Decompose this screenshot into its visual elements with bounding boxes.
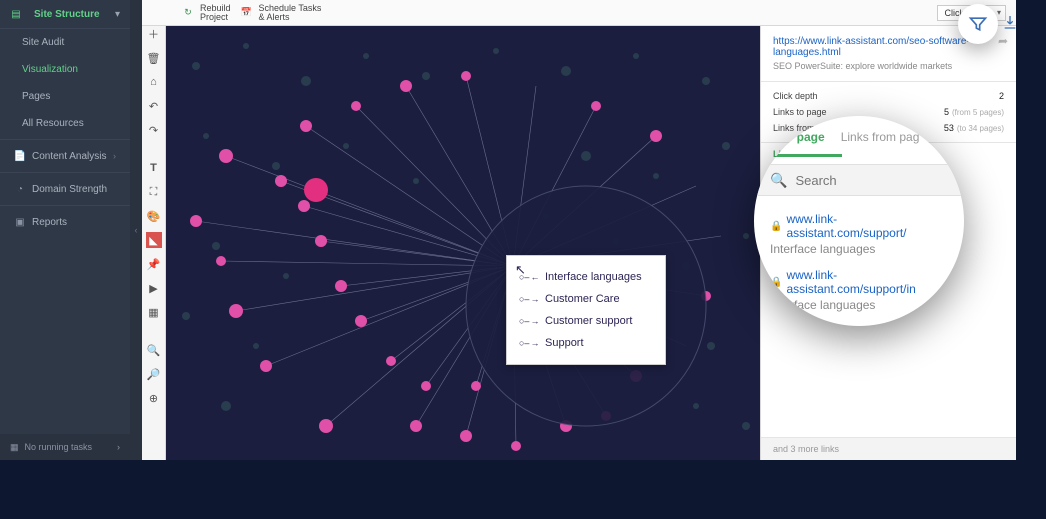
- sidebar-item-all-resources[interactable]: All Resources: [0, 110, 130, 137]
- footer-text: No running tasks: [25, 442, 93, 452]
- stat-row: Links to page 5(from 5 pages): [773, 104, 1004, 120]
- chevron-right-icon: ›: [113, 151, 116, 161]
- sidebar-item-visualization[interactable]: Visualization: [0, 56, 130, 83]
- zoom-out-button[interactable]: 🔎: [146, 366, 162, 382]
- sidebar-item-content-analysis[interactable]: 📄 Content Analysis ›: [0, 142, 130, 170]
- tooltip-row[interactable]: ○–→ Customer support: [519, 310, 653, 332]
- tooltip-row[interactable]: ○–← Interface languages: [519, 266, 653, 288]
- content-icon: 📄: [14, 150, 26, 162]
- node-tooltip: ↖ ○–← Interface languages ○–→ Customer C…: [506, 255, 666, 365]
- sidebar-item-pages[interactable]: Pages: [0, 83, 130, 110]
- graph-canvas[interactable]: [166, 26, 760, 460]
- trash-button[interactable]: 🗑: [146, 50, 162, 66]
- tasks-icon: ▦: [10, 442, 19, 453]
- sidebar-item-domain-strength[interactable]: ◔ Domain Strength: [0, 175, 130, 203]
- rebuild-button[interactable]: ↻ Rebuild Project: [180, 4, 231, 22]
- sidebar-footer: ▦ No running tasks ›: [0, 434, 130, 460]
- link-out-icon: ○–→: [519, 294, 537, 304]
- palette-tool[interactable]: 🎨: [146, 208, 162, 224]
- pin-tool[interactable]: 📌: [146, 256, 162, 272]
- play-tool[interactable]: ▶: [146, 280, 162, 296]
- list-item[interactable]: 🔒www.link-assistant.com/support/in Inter…: [770, 262, 948, 318]
- top-toolbar: ↻ Rebuild Project 📅 Schedule Tasks & Ale…: [142, 0, 1016, 26]
- sidebar-title: Site Structure: [34, 9, 100, 20]
- share-icon[interactable]: ➦: [998, 34, 1008, 48]
- undo-button[interactable]: ↶: [146, 98, 162, 114]
- cursor-icon: ↖: [515, 262, 526, 278]
- text-tool[interactable]: T: [146, 160, 162, 176]
- sidebar-header[interactable]: ▤ Site Structure ▾: [0, 0, 130, 29]
- structure-icon: ▤: [10, 8, 22, 20]
- left-sidebar: ▤ Site Structure ▾ Site Audit Visualizat…: [0, 0, 130, 460]
- download-button[interactable]: [1002, 14, 1018, 30]
- expand-tool[interactable]: ⛶: [146, 184, 162, 200]
- lock-icon: 🔒: [770, 277, 782, 288]
- zoom-in-button[interactable]: 🔍: [146, 342, 162, 358]
- list-item[interactable]: 🔒www.link-assistant.com/support/ Interfa…: [770, 206, 948, 262]
- stat-row: Click depth 2: [773, 88, 1004, 104]
- grid-tool[interactable]: ▦: [146, 304, 162, 320]
- sidebar-item-site-audit[interactable]: Site Audit: [0, 29, 130, 56]
- gauge-icon: ◔: [14, 183, 26, 195]
- add-button[interactable]: ＋: [146, 26, 162, 42]
- lens-tab-to[interactable]: s to page: [772, 130, 825, 156]
- magnifier-lens: s to page Links from pag 🔍 🔒www.link-ass…: [754, 116, 964, 326]
- chevron-right-icon[interactable]: ›: [117, 442, 120, 452]
- flag-tool[interactable]: ◣: [146, 232, 162, 248]
- details-subtitle: SEO PowerSuite: explore worldwide market…: [773, 61, 1004, 71]
- tooltip-row[interactable]: ○–→ Support: [519, 332, 653, 354]
- link-out-icon: ○–→: [519, 316, 537, 326]
- home-button[interactable]: ⌂: [146, 74, 162, 90]
- chevron-down-icon: ▾: [115, 9, 120, 20]
- schedule-button[interactable]: 📅 Schedule Tasks & Alerts: [239, 4, 322, 22]
- tooltip-row[interactable]: ○–→ Customer Care: [519, 288, 653, 310]
- details-footer[interactable]: and 3 more links: [761, 437, 1016, 460]
- link-out-icon: ○–→: [519, 338, 537, 348]
- sidebar-collapse-button[interactable]: ‹: [130, 0, 142, 460]
- lens-tab-from[interactable]: Links from pag: [841, 130, 920, 156]
- lens-search[interactable]: 🔍: [754, 164, 964, 196]
- redo-button[interactable]: ↷: [146, 122, 162, 138]
- calendar-icon: 📅: [239, 5, 255, 21]
- tool-column: ＋ 🗑 ⌂ ↶ ↷ T ⛶ 🎨 ◣ 📌 ▶ ▦ 🔍 🔎 ⊕: [142, 0, 166, 460]
- lock-icon: 🔒: [770, 221, 782, 232]
- reports-icon: ▣: [14, 216, 26, 228]
- sidebar-item-reports[interactable]: ▣ Reports: [0, 208, 130, 236]
- filter-button[interactable]: [958, 4, 998, 44]
- search-icon: 🔍: [770, 172, 787, 189]
- fit-button[interactable]: ⊕: [146, 390, 162, 406]
- search-input[interactable]: [795, 173, 915, 188]
- rebuild-icon: ↻: [180, 5, 196, 21]
